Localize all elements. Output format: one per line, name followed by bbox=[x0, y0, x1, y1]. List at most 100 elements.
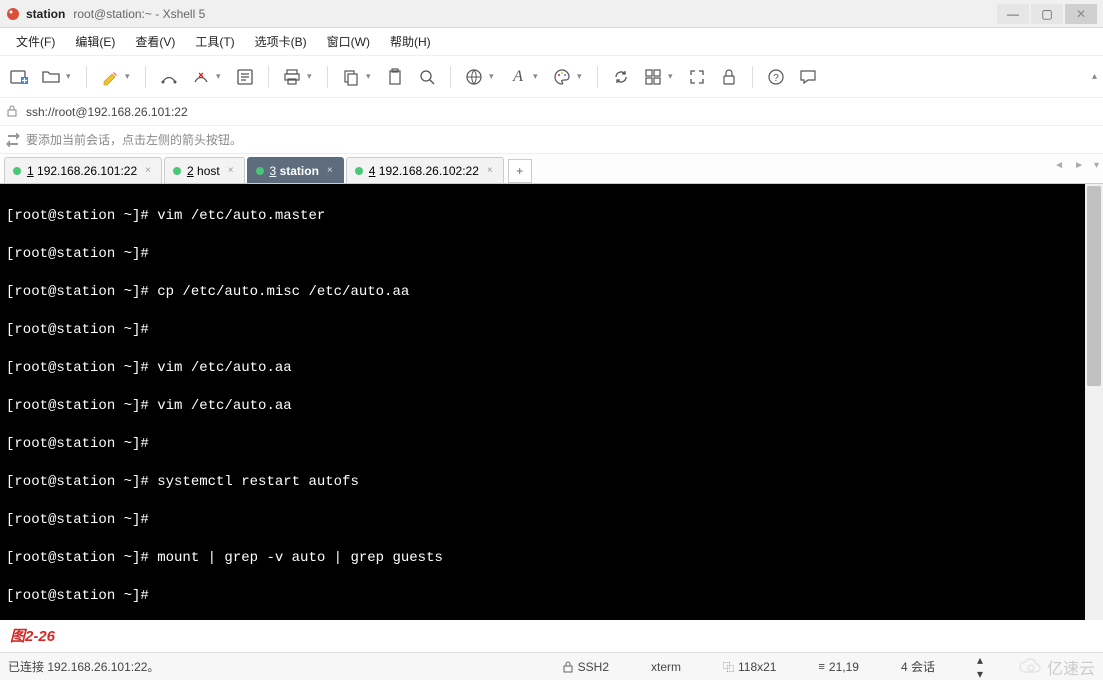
tab-label: 1 192.168.26.101:22 bbox=[27, 164, 137, 178]
hint-bar: 要添加当前会话，点击左侧的箭头按钮。 bbox=[0, 126, 1103, 154]
add-tab-button[interactable]: + bbox=[508, 159, 532, 183]
menu-window[interactable]: 窗口(W) bbox=[319, 29, 378, 54]
status-dot-icon bbox=[13, 167, 21, 175]
window-title: root@station:~ - Xshell 5 bbox=[73, 7, 205, 21]
printer-icon[interactable] bbox=[281, 66, 303, 88]
font-icon[interactable]: A bbox=[507, 66, 529, 88]
svg-text:?: ? bbox=[773, 73, 779, 84]
minimize-button[interactable]: — bbox=[997, 4, 1029, 24]
toolbar-separator bbox=[268, 66, 269, 88]
tab-close-icon[interactable]: × bbox=[145, 165, 151, 176]
title-bar: station root@station:~ - Xshell 5 — ▢ ✕ bbox=[0, 0, 1103, 28]
scrollbar-thumb[interactable] bbox=[1087, 186, 1101, 386]
terminal-line: [root@station ~]# bbox=[6, 321, 1079, 340]
tab-label: 3 station bbox=[270, 164, 319, 178]
dropdown-icon[interactable]: ▾ bbox=[216, 71, 224, 82]
menu-tabs[interactable]: 选项卡(B) bbox=[247, 29, 315, 54]
toolbar-separator bbox=[145, 66, 146, 88]
terminal[interactable]: [root@station ~]# vim /etc/auto.master [… bbox=[0, 184, 1085, 620]
menu-bar: 文件(F) 编辑(E) 查看(V) 工具(T) 选项卡(B) 窗口(W) 帮助(… bbox=[0, 28, 1103, 56]
properties-icon[interactable] bbox=[234, 66, 256, 88]
app-icon bbox=[6, 7, 20, 21]
terminal-line: [root@station ~]# vim /etc/auto.aa bbox=[6, 397, 1079, 416]
hint-text: 要添加当前会话，点击左侧的箭头按钮。 bbox=[26, 131, 242, 148]
dropdown-icon[interactable]: ▾ bbox=[577, 71, 585, 82]
tab-close-icon[interactable]: × bbox=[228, 165, 234, 176]
copy-icon[interactable] bbox=[340, 66, 362, 88]
watermark: 亿速云 bbox=[1017, 655, 1095, 679]
hint-arrow-icon[interactable] bbox=[6, 133, 20, 147]
status-dot-icon bbox=[355, 167, 363, 175]
menu-file[interactable]: 文件(F) bbox=[8, 29, 63, 54]
status-updown-icon[interactable]: ▴▾ bbox=[977, 653, 983, 681]
status-dot-icon bbox=[173, 167, 181, 175]
tab-label: 2 host bbox=[187, 164, 220, 178]
title-session-name: station bbox=[26, 7, 65, 21]
globe-icon[interactable] bbox=[463, 66, 485, 88]
session-tab-3[interactable]: 3 station × bbox=[247, 157, 344, 183]
palette-icon[interactable] bbox=[551, 66, 573, 88]
tab-menu-icon[interactable]: ▾ bbox=[1094, 160, 1099, 171]
terminal-line: [root@station ~]# bbox=[6, 435, 1079, 454]
toolbar-separator bbox=[597, 66, 598, 88]
menu-view[interactable]: 查看(V) bbox=[127, 29, 183, 54]
close-button[interactable]: ✕ bbox=[1065, 4, 1097, 24]
maximize-button[interactable]: ▢ bbox=[1031, 4, 1063, 24]
status-right-group: SSH2 xterm ⿻ 118x21 ≡ 21,19 4 会话 ▴▾ 亿速云 bbox=[562, 653, 1095, 681]
dropdown-icon[interactable]: ▾ bbox=[489, 71, 497, 82]
status-term: xterm bbox=[651, 660, 681, 674]
status-size: ⿻ 118x21 bbox=[723, 659, 776, 675]
chat-icon[interactable] bbox=[797, 66, 819, 88]
dropdown-icon[interactable]: ▾ bbox=[533, 71, 541, 82]
lock-icon[interactable] bbox=[718, 66, 740, 88]
reconnect-icon[interactable] bbox=[158, 66, 180, 88]
session-tab-4[interactable]: 4 192.168.26.102:22 × bbox=[346, 157, 504, 183]
terminal-line: [root@station ~]# bbox=[6, 511, 1079, 530]
scroll-left-icon[interactable]: ◄ bbox=[1054, 160, 1064, 171]
help-icon[interactable]: ? bbox=[765, 66, 787, 88]
toolbar-separator bbox=[327, 66, 328, 88]
status-bar: 已连接 192.168.26.101:22。 SSH2 xterm ⿻ 118x… bbox=[0, 652, 1103, 680]
refresh-icon[interactable] bbox=[610, 66, 632, 88]
tab-label: 4 192.168.26.102:22 bbox=[369, 164, 479, 178]
tab-close-icon[interactable]: × bbox=[327, 165, 333, 176]
lock-mini-icon bbox=[562, 661, 574, 673]
terminal-line: [root@station ~]# mount | grep -v auto |… bbox=[6, 549, 1079, 568]
dropdown-icon[interactable]: ▾ bbox=[307, 71, 315, 82]
address-text[interactable]: ssh://root@192.168.26.101:22 bbox=[26, 105, 188, 119]
status-dot-icon bbox=[256, 167, 264, 175]
dropdown-icon[interactable]: ▾ bbox=[125, 71, 133, 82]
terminal-line: [root@station ~]# cp /etc/auto.misc /etc… bbox=[6, 283, 1079, 302]
new-session-icon[interactable] bbox=[8, 66, 30, 88]
scroll-right-icon[interactable]: ► bbox=[1074, 160, 1084, 171]
cloud-icon bbox=[1017, 658, 1045, 676]
fullscreen-icon[interactable] bbox=[686, 66, 708, 88]
tab-close-icon[interactable]: × bbox=[487, 165, 493, 176]
terminal-line: [root@station ~]# vim /etc/auto.aa bbox=[6, 359, 1079, 378]
dropdown-icon[interactable]: ▾ bbox=[668, 71, 676, 82]
open-folder-icon[interactable] bbox=[40, 66, 62, 88]
dropdown-icon[interactable]: ▾ bbox=[366, 71, 374, 82]
toolbar-collapse-icon[interactable]: ▴ bbox=[1092, 71, 1097, 82]
pencil-icon[interactable] bbox=[99, 66, 121, 88]
session-tab-1[interactable]: 1 192.168.26.101:22 × bbox=[4, 157, 162, 183]
dropdown-icon[interactable]: ▾ bbox=[66, 71, 74, 82]
scrollbar[interactable] bbox=[1085, 184, 1103, 620]
menu-tools[interactable]: 工具(T) bbox=[187, 29, 242, 54]
menu-edit[interactable]: 编辑(E) bbox=[67, 29, 123, 54]
session-tabs: 1 192.168.26.101:22 × 2 host × 3 station… bbox=[0, 154, 1103, 184]
status-position: ≡ 21,19 bbox=[818, 660, 858, 674]
terminal-line: [root@station ~]# bbox=[6, 587, 1079, 606]
toolbar-separator bbox=[86, 66, 87, 88]
paste-icon[interactable] bbox=[384, 66, 406, 88]
session-tab-2[interactable]: 2 host × bbox=[164, 157, 245, 183]
menu-help[interactable]: 帮助(H) bbox=[382, 29, 439, 54]
grid-icon[interactable] bbox=[642, 66, 664, 88]
lock-small-icon bbox=[6, 105, 20, 119]
status-protocol: SSH2 bbox=[562, 660, 609, 674]
terminal-line: [root@station ~]# bbox=[6, 245, 1079, 264]
disconnect-icon[interactable] bbox=[190, 66, 212, 88]
tab-scroll-controls: ◄ ► ▾ bbox=[1054, 160, 1099, 171]
status-sessions: 4 会话 bbox=[901, 658, 935, 675]
search-icon[interactable] bbox=[416, 66, 438, 88]
